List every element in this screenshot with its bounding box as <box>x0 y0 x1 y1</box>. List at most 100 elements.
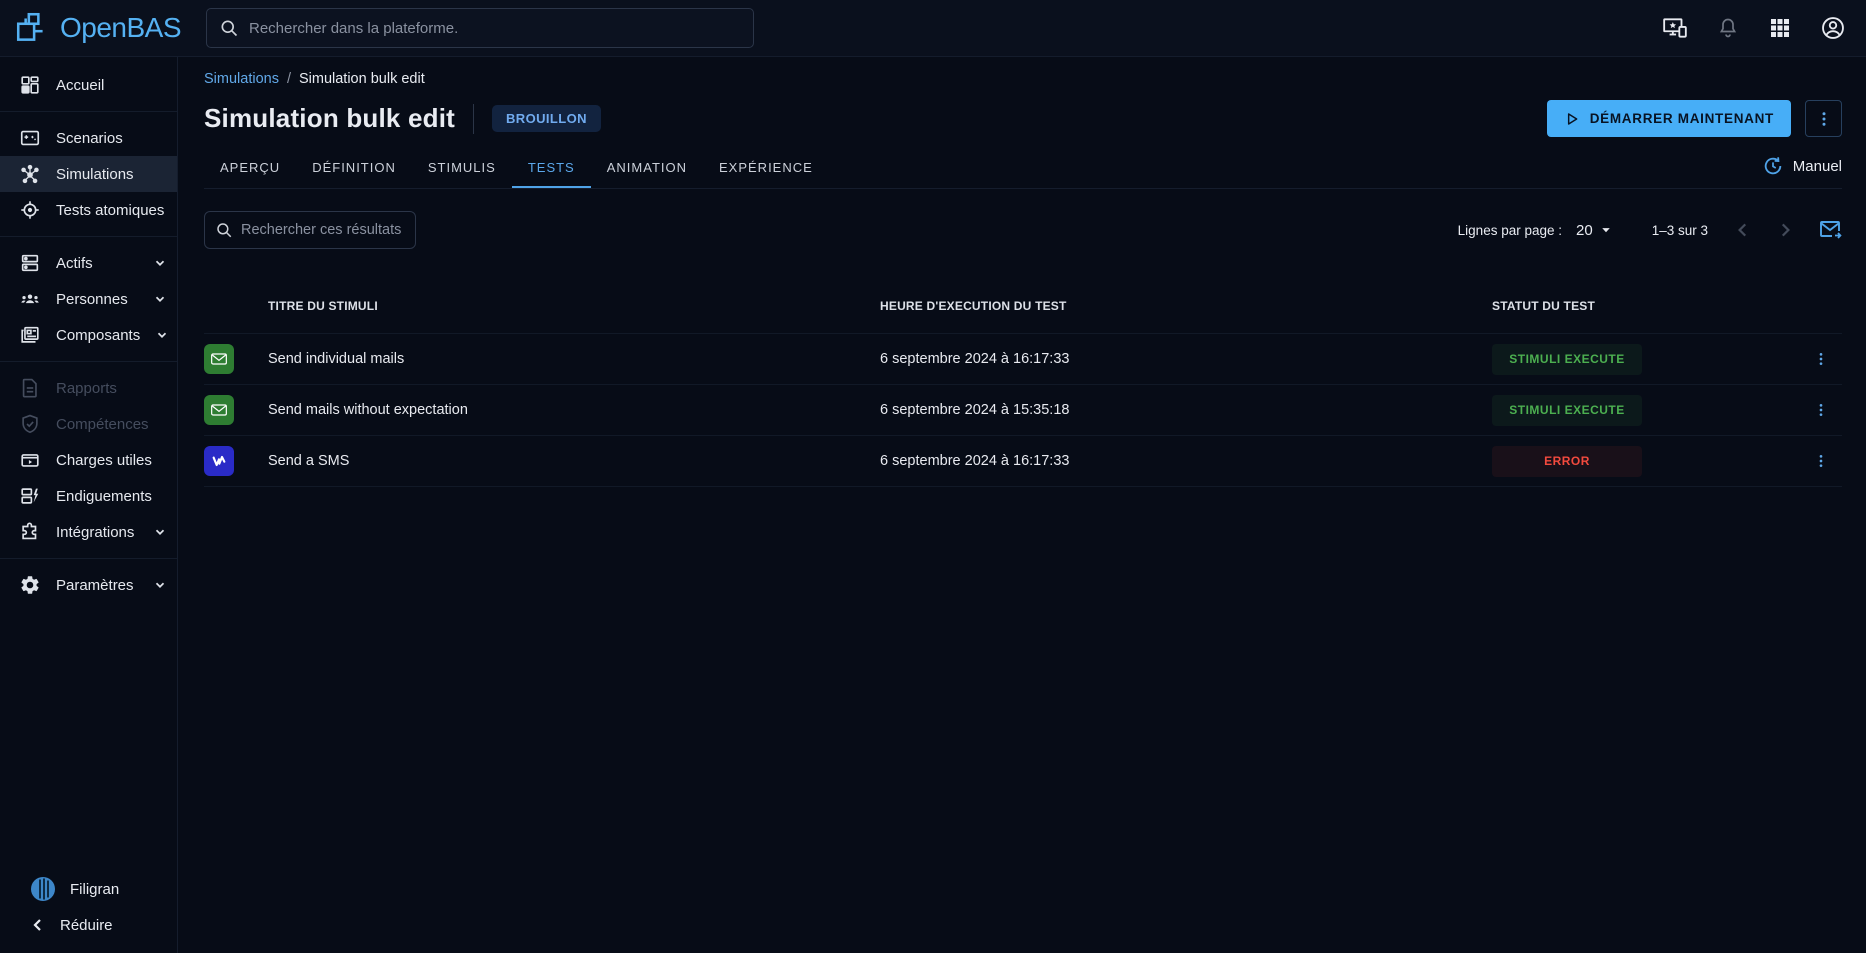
sms-icon <box>204 446 234 476</box>
row-kebab-menu-button[interactable] <box>1800 351 1842 367</box>
page-kebab-menu-button[interactable] <box>1805 100 1842 137</box>
row-kebab-menu-button[interactable] <box>1800 453 1842 469</box>
breadcrumb-simulations-link[interactable]: Simulations <box>204 71 279 87</box>
sidebar-item-label: Accueil <box>56 77 104 94</box>
newspaper-icon <box>19 324 41 346</box>
chevron-down-icon <box>153 525 167 539</box>
stimulus-title: Send a SMS <box>268 453 880 469</box>
email-icon <box>204 395 234 425</box>
table-row[interactable]: Send individual mails 6 septembre 2024 à… <box>204 334 1842 385</box>
topbar: OpenBAS <box>0 0 1866 57</box>
results-search-input[interactable] <box>241 222 405 238</box>
main-content: Simulations / Simulation bulk edit Simul… <box>178 57 1866 953</box>
tab-tests[interactable]: TESTS <box>512 145 591 188</box>
chevron-down-icon <box>153 578 167 592</box>
send-mail-export-icon[interactable] <box>1818 218 1842 242</box>
sidebar-item-label: Charges utiles <box>56 452 152 469</box>
table-header-row: TITRE DU STIMULI HEURE D'EXECUTION DU TE… <box>204 293 1842 319</box>
chevron-down-icon <box>153 256 167 270</box>
sidebar-item-label: Actifs <box>56 255 93 272</box>
notifications-bell-icon[interactable] <box>1716 16 1740 40</box>
header-time[interactable]: HEURE D'EXECUTION DU TEST <box>880 299 1492 313</box>
gear-icon <box>19 574 41 596</box>
account-circle-icon[interactable] <box>1820 15 1846 41</box>
app-title: OpenBAS <box>60 12 181 44</box>
stimulus-title: Send individual mails <box>268 351 880 367</box>
search-icon <box>219 18 239 38</box>
email-icon <box>204 344 234 374</box>
breadcrumb-separator: / <box>287 71 291 87</box>
sidebar-item-endiguements[interactable]: Endiguements <box>0 478 177 514</box>
sidebar-divider <box>0 558 177 559</box>
collapse-sidebar-button[interactable]: Réduire <box>0 907 177 943</box>
title-divider <box>473 104 474 134</box>
test-status-badge: STIMULI EXECUTE <box>1492 395 1642 426</box>
rows-per-page-select[interactable]: 20 <box>1576 222 1612 239</box>
sidebar-item-simulations[interactable]: Simulations <box>0 156 177 192</box>
title-row: Simulation bulk edit BROUILLON DÉMARRER … <box>204 100 1842 137</box>
play-icon <box>1564 111 1580 127</box>
sidebar-item-composants[interactable]: Composants <box>0 317 177 353</box>
list-toolbar: Lignes par page : 20 1–3 sur 3 <box>204 211 1842 249</box>
apps-grid-icon[interactable] <box>1768 16 1792 40</box>
next-page-button[interactable] <box>1776 221 1794 239</box>
sidebar-item-tests-atomiques[interactable]: Tests atomiques <box>0 192 177 228</box>
sidebar-item-personnes[interactable]: Personnes <box>0 281 177 317</box>
global-search-input[interactable] <box>249 20 741 37</box>
sidebar-item-label: Simulations <box>56 166 134 183</box>
update-mode[interactable]: Manuel <box>1762 155 1842 177</box>
execution-time: 6 septembre 2024 à 15:35:18 <box>880 402 1492 418</box>
status-badge: BROUILLON <box>492 105 601 132</box>
tab-definition[interactable]: DÉFINITION <box>296 145 412 188</box>
header-title[interactable]: TITRE DU STIMULI <box>268 299 880 313</box>
sidebar-divider <box>0 236 177 237</box>
header-status[interactable]: STATUT DU TEST <box>1492 299 1800 313</box>
row-kebab-menu-button[interactable] <box>1800 402 1842 418</box>
important-devices-icon[interactable] <box>1662 15 1688 41</box>
sidebar-item-accueil[interactable]: Accueil <box>0 67 177 103</box>
groups-icon <box>19 288 41 310</box>
tab-stimulis[interactable]: STIMULIS <box>412 145 512 188</box>
filigran-logo-icon <box>30 876 56 902</box>
table-body: Send individual mails 6 septembre 2024 à… <box>204 333 1842 487</box>
execution-time: 6 septembre 2024 à 16:17:33 <box>880 453 1492 469</box>
sidebar-item-competences: Compétences <box>0 406 177 442</box>
sidebar-item-label: Paramètres <box>56 577 134 594</box>
sidebar-divider <box>0 111 177 112</box>
sidebar-item-integrations[interactable]: Intégrations <box>0 514 177 550</box>
tab-experience[interactable]: EXPÉRIENCE <box>703 145 829 188</box>
previous-page-button[interactable] <box>1734 221 1752 239</box>
sidebar-item-scenarios[interactable]: Scenarios <box>0 120 177 156</box>
tab-apercu[interactable]: APERÇU <box>204 145 296 188</box>
breadcrumb: Simulations / Simulation bulk edit <box>204 71 1842 87</box>
sidebar-item-label: Personnes <box>56 291 128 308</box>
table-row[interactable]: Send mails without expectation 6 septemb… <box>204 385 1842 436</box>
sidebar-item-label: Intégrations <box>56 524 134 541</box>
sidebar-footer: Filigran Réduire <box>0 871 177 953</box>
sidebar-item-actifs[interactable]: Actifs <box>0 245 177 281</box>
sidebar-item-charges-utiles[interactable]: Charges utiles <box>0 442 177 478</box>
execution-time: 6 septembre 2024 à 16:17:33 <box>880 351 1492 367</box>
target-icon <box>19 199 41 221</box>
table-row[interactable]: Send a SMS 6 septembre 2024 à 16:17:33 E… <box>204 436 1842 487</box>
payload-box-icon <box>19 449 41 471</box>
tab-animation[interactable]: ANIMATION <box>591 145 703 188</box>
rows-per-page-value: 20 <box>1576 222 1593 239</box>
filigran-link[interactable]: Filigran <box>0 871 177 907</box>
results-search[interactable] <box>204 211 416 249</box>
sidebar-item-label: Composants <box>56 327 140 344</box>
sidebar-item-label: Endiguements <box>56 488 152 505</box>
global-search[interactable] <box>206 8 754 48</box>
openbas-logo[interactable]: OpenBAS <box>0 10 190 46</box>
dashboard-icon <box>19 74 41 96</box>
breadcrumb-current: Simulation bulk edit <box>299 71 425 87</box>
rows-per-page-label: Lignes par page : <box>1458 223 1562 238</box>
filigran-label: Filigran <box>70 881 119 898</box>
start-now-button[interactable]: DÉMARRER MAINTENANT <box>1547 100 1791 137</box>
test-status-badge: ERROR <box>1492 446 1642 477</box>
sidebar-item-label: Compétences <box>56 416 149 433</box>
title-actions: DÉMARRER MAINTENANT <box>1547 100 1842 137</box>
sidebar-item-rapports: Rapports <box>0 370 177 406</box>
sidebar-item-label: Rapports <box>56 380 117 397</box>
sidebar-item-parametres[interactable]: Paramètres <box>0 567 177 603</box>
